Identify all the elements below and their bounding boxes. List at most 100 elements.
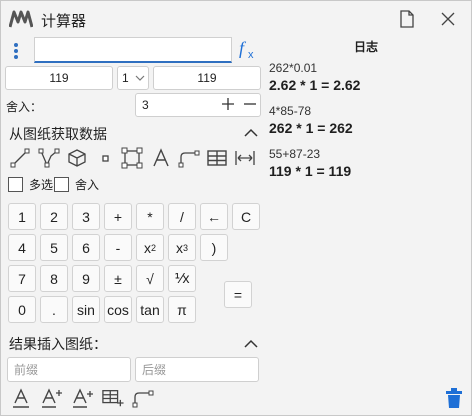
cos-key[interactable]: cos xyxy=(104,296,132,323)
chevron-down-icon xyxy=(135,75,145,81)
insert-text-prefix-button[interactable] xyxy=(41,387,63,409)
expression-input[interactable] xyxy=(34,37,232,63)
rounding-value: 3 xyxy=(142,98,149,112)
digit-7-key[interactable]: 7 xyxy=(8,265,36,292)
chevron-up-icon[interactable] xyxy=(244,128,258,138)
title-bar: 计算器 xyxy=(1,1,471,35)
function-fx-icon[interactable]: f x xyxy=(237,37,261,61)
multi-select-checkbox[interactable] xyxy=(8,176,23,192)
right-operand-field[interactable]: 119 xyxy=(153,66,261,90)
point-tool-button[interactable] xyxy=(94,147,116,169)
insert-text-button[interactable] xyxy=(10,387,32,409)
clear-key[interactable]: C xyxy=(232,203,260,230)
line-tool-button[interactable] xyxy=(9,147,31,169)
close-icon xyxy=(441,12,455,26)
digit-4-key[interactable]: 4 xyxy=(8,234,36,261)
cube-icon xyxy=(68,149,86,167)
table-add-icon xyxy=(102,390,124,407)
log-result: 262 * 1 = 262 xyxy=(269,120,353,136)
multi-select-option[interactable]: 多选 xyxy=(8,175,53,193)
tan-key[interactable]: tan xyxy=(136,296,164,323)
dimension-icon xyxy=(235,151,255,165)
suffix-input[interactable]: 后缀 xyxy=(135,357,259,382)
right-operand-value: 119 xyxy=(197,71,217,85)
svg-text:f: f xyxy=(239,38,247,58)
table-icon xyxy=(207,150,227,166)
reciprocal-key[interactable]: ⅟x xyxy=(168,265,196,292)
sqrt-key[interactable]: √ xyxy=(136,265,164,292)
digit-1-key[interactable]: 1 xyxy=(8,203,36,230)
multi-select-label: 多选 xyxy=(29,177,54,192)
log-expression: 55+87-23 xyxy=(269,147,321,161)
window-title: 计算器 xyxy=(41,13,87,30)
table-tool-button[interactable] xyxy=(206,147,228,169)
digit-2-key[interactable]: 2 xyxy=(40,203,68,230)
round-option[interactable]: 舍入 xyxy=(54,175,99,193)
cube-key[interactable]: x3 xyxy=(168,234,196,261)
log-entry[interactable]: 4*85-78 262 * 1 = 262 xyxy=(269,104,353,136)
leader-line-icon xyxy=(132,390,154,408)
minus-icon[interactable] xyxy=(243,97,257,111)
plus-key[interactable]: + xyxy=(104,203,132,230)
digit-5-key[interactable]: 5 xyxy=(40,234,68,261)
plus-icon[interactable] xyxy=(221,97,235,111)
insert-text-suffix-button[interactable] xyxy=(72,387,94,409)
leader-tool-button[interactable] xyxy=(178,147,200,169)
document-icon xyxy=(400,10,414,28)
dimension-tool-button[interactable] xyxy=(234,147,256,169)
digit-8-key[interactable]: 8 xyxy=(40,265,68,292)
app-logo-icon xyxy=(9,10,33,28)
polyline-tool-button[interactable] xyxy=(38,147,60,169)
digit-9-key[interactable]: 9 xyxy=(72,265,100,292)
log-entry[interactable]: 55+87-23 119 * 1 = 119 xyxy=(269,147,351,179)
text-underline-icon xyxy=(13,388,29,408)
insert-table-button[interactable] xyxy=(102,387,124,409)
minus-key[interactable]: - xyxy=(104,234,132,261)
log-entry[interactable]: 262*0.01 2.62 * 1 = 2.62 xyxy=(269,61,360,93)
solid-tool-button[interactable] xyxy=(66,147,88,169)
text-icon xyxy=(153,148,169,167)
more-options-icon[interactable] xyxy=(9,41,23,61)
prefix-input[interactable]: 前缀 xyxy=(7,357,131,382)
trash-icon[interactable] xyxy=(444,387,464,409)
close-button[interactable] xyxy=(438,9,458,29)
backspace-key[interactable]: ← xyxy=(200,203,228,230)
bounding-box-icon xyxy=(121,147,143,169)
line-segment-icon xyxy=(10,148,30,168)
sin-key[interactable]: sin xyxy=(72,296,100,323)
suffix-placeholder: 后缀 xyxy=(142,363,167,377)
document-button[interactable] xyxy=(397,9,417,29)
leader-line-icon xyxy=(178,150,200,168)
log-result: 119 * 1 = 119 xyxy=(269,163,352,179)
left-operand-field[interactable]: 119 xyxy=(5,66,113,90)
square-key[interactable]: x2 xyxy=(136,234,164,261)
digit-0-key[interactable]: 0 xyxy=(8,296,36,323)
prefix-placeholder: 前缀 xyxy=(14,363,39,377)
plus-minus-key[interactable]: ± xyxy=(104,265,132,292)
pi-key[interactable]: π xyxy=(168,296,196,323)
drawing-section-title: 从图纸获取数据 xyxy=(9,126,107,142)
log-expression: 262*0.01 xyxy=(269,61,318,75)
multiply-key[interactable]: * xyxy=(136,203,164,230)
chevron-up-icon[interactable] xyxy=(244,339,258,349)
bounding-box-tool-button[interactable] xyxy=(121,147,143,169)
operator-select-value: 1 xyxy=(122,71,129,85)
divide-key[interactable]: / xyxy=(168,203,196,230)
text-tool-button[interactable] xyxy=(150,147,172,169)
calculator-window: 计算器 f x 119 1 119 舍入： 3 从图纸获取数据 多选 舍入 1 … xyxy=(0,0,472,416)
digit-6-key[interactable]: 6 xyxy=(72,234,100,261)
insert-leader-button[interactable] xyxy=(132,387,154,409)
round-option-label: 舍入 xyxy=(75,177,100,192)
decimal-key[interactable]: . xyxy=(40,296,68,323)
round-checkbox[interactable] xyxy=(54,176,69,192)
close-paren-key[interactable]: ) xyxy=(200,234,228,261)
operator-select[interactable]: 1 xyxy=(117,66,149,90)
log-title: 日志 xyxy=(354,40,379,54)
insert-section-title: 结果插入图纸： xyxy=(9,336,107,352)
text-add-icon xyxy=(42,388,62,408)
log-result: 2.62 * 1 = 2.62 xyxy=(269,77,361,93)
digit-3-key[interactable]: 3 xyxy=(72,203,100,230)
equals-key[interactable]: = xyxy=(224,281,252,308)
point-icon xyxy=(102,155,109,162)
polyline-icon xyxy=(38,148,60,168)
